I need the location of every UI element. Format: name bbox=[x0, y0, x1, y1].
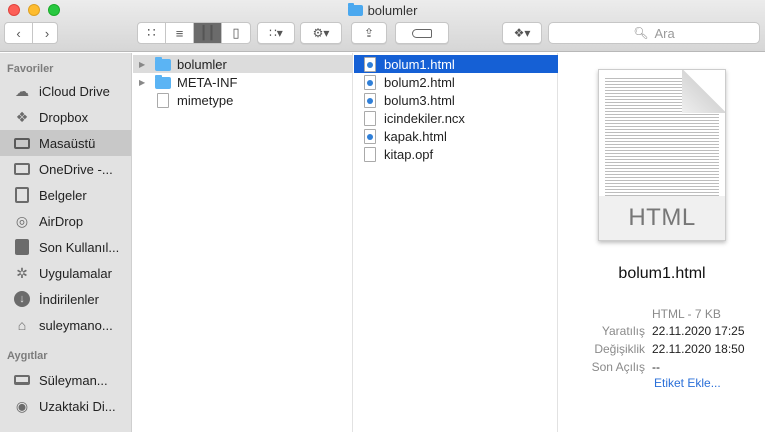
dropbox-icon: ❖ bbox=[15, 108, 29, 125]
html-document-thumbnail: HTML bbox=[598, 69, 726, 241]
list-item[interactable]: kitap.opf bbox=[354, 145, 558, 163]
disclosure-triangle-icon: ▶ bbox=[139, 77, 146, 87]
sidebar-item-home[interactable]: ⌂ suleymano... bbox=[0, 312, 131, 338]
gallery-icon: ▯ bbox=[232, 25, 240, 40]
sidebar-item-documents[interactable]: Belgeler bbox=[0, 182, 131, 208]
gallery-view-button[interactable]: ▯ bbox=[222, 23, 250, 43]
html-file-icon bbox=[364, 128, 376, 144]
sidebar-section-favorites: Favoriler bbox=[7, 63, 54, 75]
home-icon: ⌂ bbox=[17, 317, 27, 333]
disc-icon: ◉ bbox=[15, 397, 29, 414]
list-view-button[interactable]: ≡ bbox=[166, 23, 194, 43]
folder-icon bbox=[13, 160, 31, 178]
meta-row-created: Yaratılış 22.11.2020 17:25 bbox=[601, 324, 745, 338]
icon-view-button[interactable]: ∷ bbox=[138, 23, 166, 43]
folder-icon bbox=[155, 57, 171, 71]
folder-icon bbox=[347, 3, 363, 16]
list-item[interactable]: bolum1.html bbox=[354, 55, 558, 73]
html-file-icon bbox=[364, 74, 376, 90]
sidebar-item-downloads[interactable]: ↓ İndirilenler bbox=[0, 286, 131, 312]
sidebar: Favoriler ☁ iCloud Drive ❖ Dropbox Masaü… bbox=[0, 53, 132, 432]
sidebar-item-onedrive[interactable]: OneDrive -... bbox=[0, 156, 131, 182]
sidebar-item-recents[interactable]: Son Kullanıl... bbox=[0, 234, 131, 260]
search-icon: 🔍︎ bbox=[633, 26, 649, 40]
group-button[interactable]: ∷▾ bbox=[257, 22, 295, 44]
tags-button[interactable] bbox=[395, 22, 449, 44]
html-file-icon bbox=[364, 92, 376, 108]
sidebar-item-remote-disc[interactable]: ◉ Uzaktaki Di... bbox=[0, 393, 131, 419]
list-item[interactable]: bolum3.html bbox=[354, 91, 558, 109]
dropbox-icon: ❖▾ bbox=[513, 26, 531, 40]
column-view-button[interactable]: ┃┃ bbox=[194, 23, 222, 43]
sidebar-item-dropbox[interactable]: ❖ Dropbox bbox=[0, 104, 131, 130]
dropbox-button[interactable]: ❖▾ bbox=[502, 22, 542, 44]
laptop-icon bbox=[13, 371, 31, 389]
column-1: ▶ bolumler ▶ META-INF mimetype bbox=[133, 53, 353, 432]
view-mode-control: ∷ ≡ ┃┃ ▯ bbox=[137, 22, 251, 44]
recents-icon bbox=[13, 238, 31, 256]
sidebar-item-airdrop[interactable]: ◎ AirDrop bbox=[0, 208, 131, 234]
html-file-icon bbox=[364, 56, 376, 72]
file-icon bbox=[157, 92, 169, 108]
list-item[interactable]: kapak.html bbox=[354, 127, 558, 145]
desktop-icon bbox=[13, 134, 31, 152]
thumbnail-label: HTML bbox=[599, 196, 725, 240]
back-button[interactable]: ‹ bbox=[5, 23, 33, 43]
chevron-right-icon: › bbox=[44, 25, 50, 41]
search-placeholder: Ara bbox=[654, 25, 675, 41]
tag-icon bbox=[412, 28, 432, 38]
toolbar: bolumler ‹ › ∷ ≡ ┃┃ ▯ ∷▾ ⚙▾ ⇪ ❖▾ 🔍︎ Ara bbox=[0, 0, 765, 52]
grid-icon: ∷ bbox=[147, 25, 156, 40]
meta-row-modified: Değişiklik 22.11.2020 18:50 bbox=[594, 342, 745, 356]
list-icon: ≡ bbox=[175, 25, 184, 41]
back-forward-buttons: ‹ › bbox=[4, 22, 58, 44]
list-item[interactable]: ▶ META-INF bbox=[133, 73, 353, 91]
preview-pane: HTML bolum1.html HTML - 7 KB Yaratılış 2… bbox=[559, 53, 765, 432]
preview-file-name: bolum1.html bbox=[618, 265, 706, 282]
action-button[interactable]: ⚙▾ bbox=[300, 22, 342, 44]
downloads-icon: ↓ bbox=[13, 290, 31, 308]
columns-icon: ┃┃ bbox=[199, 25, 216, 40]
list-item[interactable]: bolum2.html bbox=[354, 73, 558, 91]
column-2: bolum1.html bolum2.html bolum3.html icin… bbox=[354, 53, 558, 432]
window-title: bolumler bbox=[0, 3, 765, 18]
list-item[interactable]: icindekiler.ncx bbox=[354, 109, 558, 127]
search-field[interactable]: 🔍︎ Ara bbox=[548, 22, 760, 44]
list-item[interactable]: mimetype bbox=[133, 91, 353, 109]
group-icon: ∷▾ bbox=[269, 26, 283, 40]
gear-icon: ⚙▾ bbox=[312, 26, 330, 40]
share-icon: ⇪ bbox=[363, 26, 375, 40]
airdrop-icon: ◎ bbox=[15, 212, 29, 229]
document-icon bbox=[13, 186, 31, 204]
chevron-left-icon: ‹ bbox=[16, 25, 21, 41]
forward-button[interactable]: › bbox=[33, 23, 57, 43]
share-button[interactable]: ⇪ bbox=[351, 22, 387, 44]
folder-icon bbox=[155, 75, 171, 89]
sidebar-section-devices: Aygıtlar bbox=[7, 350, 48, 362]
sidebar-item-applications[interactable]: ✲ Uygulamalar bbox=[0, 260, 131, 286]
sidebar-item-desktop[interactable]: Masaüstü bbox=[0, 130, 131, 156]
applications-icon: ✲ bbox=[16, 264, 28, 281]
sidebar-item-laptop[interactable]: Süleyman... bbox=[0, 367, 131, 393]
preview-kind-size: HTML - 7 KB bbox=[652, 307, 721, 321]
meta-row-last-opened: Son Açılış -- bbox=[591, 360, 660, 374]
file-icon bbox=[364, 146, 376, 162]
sidebar-item-icloud-drive[interactable]: ☁ iCloud Drive bbox=[0, 78, 131, 104]
cloud-icon: ☁ bbox=[15, 82, 29, 99]
file-icon bbox=[364, 110, 376, 126]
add-tags-link[interactable]: Etiket Ekle... bbox=[654, 376, 721, 390]
list-item[interactable]: ▶ bolumler bbox=[133, 55, 353, 73]
disclosure-triangle-icon: ▶ bbox=[139, 59, 146, 69]
